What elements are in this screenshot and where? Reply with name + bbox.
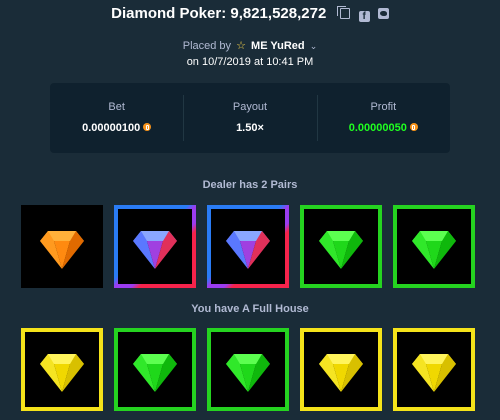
diamond-icon (40, 230, 84, 269)
dealer-hand-title: Dealer has 2 Pairs (202, 179, 298, 191)
username-link[interactable]: ME YuRed (251, 40, 305, 52)
diamond-icon (412, 230, 456, 269)
placed-by-label: Placed by (182, 40, 232, 52)
diamond-icon (319, 230, 363, 269)
profit-amount: 0.00000050 (317, 121, 450, 135)
share-icons: f (336, 4, 389, 24)
card (114, 205, 196, 288)
payout-value: 1.50× (236, 122, 264, 134)
card (393, 205, 475, 288)
card (207, 328, 289, 411)
profit-label: Profit (370, 101, 397, 113)
bet-stat: Bet 0.00000100 (50, 83, 183, 153)
player-hand (21, 328, 475, 411)
diamond-icon (226, 230, 270, 269)
facebook-icon[interactable]: f (358, 11, 370, 23)
diamond-icon (319, 353, 363, 392)
player-hand-title: You have A Full House (191, 303, 309, 315)
dealer-hand (21, 205, 475, 288)
bet-date: on 10/7/2019 at 10:41 PM (186, 56, 314, 68)
payout-label: Payout (232, 101, 268, 113)
diamond-icon (40, 353, 84, 392)
card (393, 328, 475, 411)
card (21, 205, 103, 288)
twitter-icon[interactable] (377, 8, 389, 20)
bet-value: 0.00000100 (82, 122, 141, 134)
bet-stats-panel: Bet 0.00000100 Payout 1.50× Profit 0.000… (50, 83, 450, 153)
profit-stat: Profit 0.00000050 (316, 83, 450, 153)
card (114, 328, 196, 411)
bet-title-text: Diamond Poker: 9,821,528,272 (111, 5, 327, 22)
bet-title: Diamond Poker: 9,821,528,272 f (0, 4, 500, 24)
diamond-icon (226, 353, 270, 392)
star-icon: ☆ (236, 40, 246, 52)
chevron-down-icon[interactable]: ⌄ (310, 41, 318, 51)
bitcoin-icon (143, 123, 152, 131)
diamond-icon (412, 353, 456, 392)
placed-by: Placed by ☆ ME YuRed ⌄ (0, 38, 500, 54)
copy-icon[interactable] (337, 6, 351, 20)
bet-label: Bet (108, 101, 125, 113)
bet-amount: 0.00000100 (50, 121, 183, 135)
card (300, 328, 382, 411)
diamond-icon (133, 353, 177, 392)
card (207, 205, 289, 288)
bitcoin-icon (409, 123, 418, 131)
payout-stat: Payout 1.50× (183, 83, 316, 153)
profit-value: 0.00000050 (348, 122, 407, 134)
card (21, 328, 103, 411)
diamond-icon (133, 230, 177, 269)
card (300, 205, 382, 288)
